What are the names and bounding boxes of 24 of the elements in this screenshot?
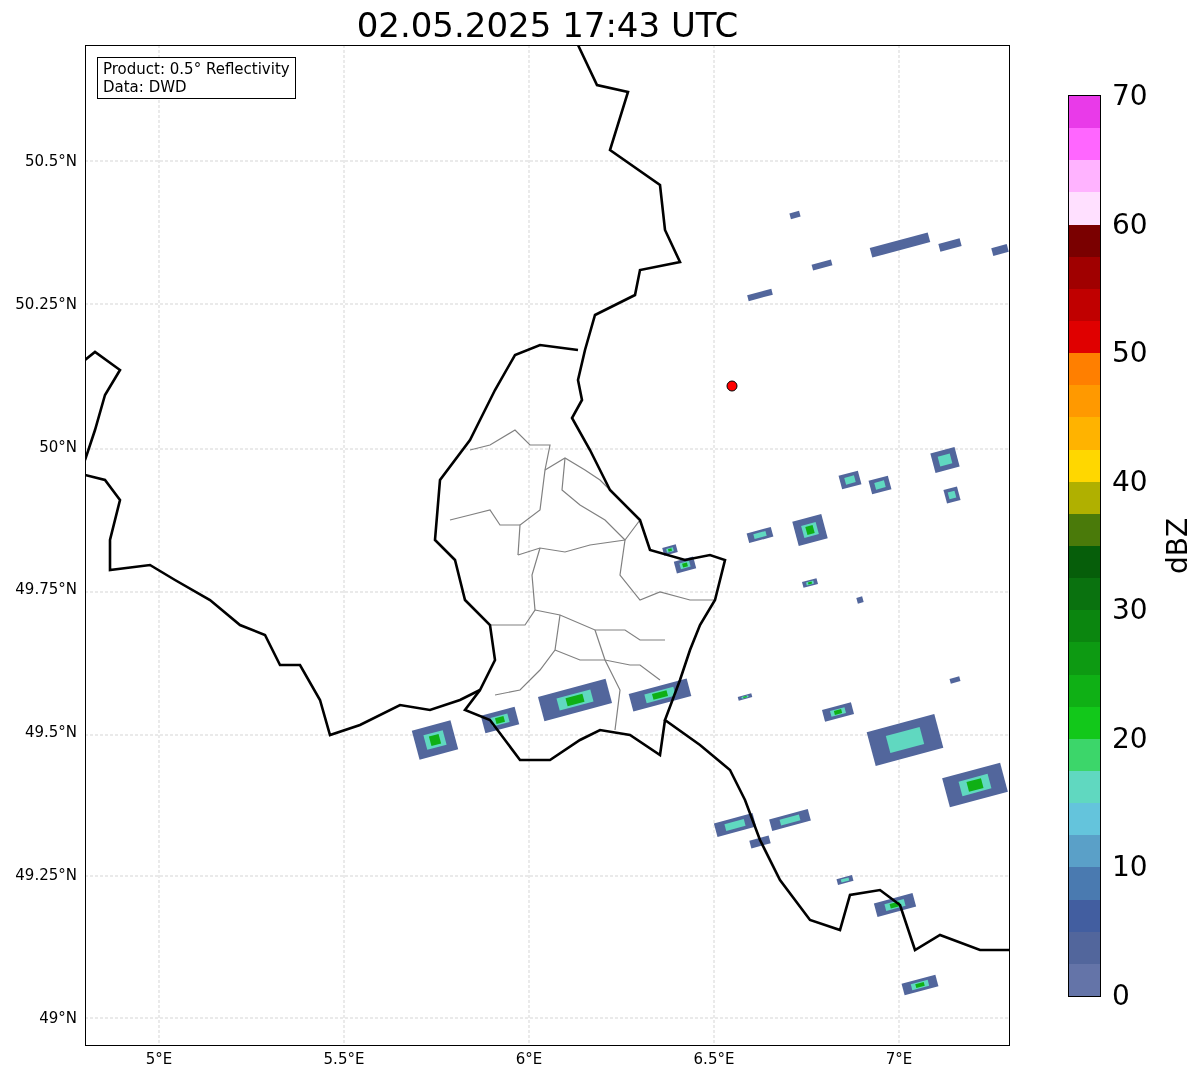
colorbar-tick-label: 0 — [1111, 980, 1130, 1012]
longitude-label: 7°E — [885, 1050, 913, 1068]
latitude-label: 50°N — [39, 437, 77, 456]
colorbar-tick-label: 70 — [1111, 80, 1148, 112]
colorbar-tick-label: 30 — [1111, 594, 1148, 627]
latitude-label: 49°N — [39, 1008, 77, 1027]
latitude-label: 50.5°N — [24, 152, 77, 170]
latitude-label: 50.25°N — [15, 294, 77, 313]
chart-title: 02.05.2025 17:43 UTC — [356, 5, 739, 45]
colorbar-tick-label: 40 — [1111, 465, 1148, 498]
latitude-label: 49.25°N — [15, 866, 77, 884]
info-text: Data: DWD — [103, 78, 188, 96]
longitude-label: 6°E — [515, 1050, 543, 1068]
colorbar-tick-label: 60 — [1111, 208, 1148, 241]
latitude-label: 49.75°N — [15, 580, 77, 599]
latitude-label: 49.5°N — [24, 723, 77, 742]
longitude-label: 5.5°E — [323, 1050, 365, 1068]
colorbar-label: dBZ — [1162, 517, 1194, 575]
longitude-label: 5°E — [145, 1050, 173, 1068]
colorbar-tick-label: 10 — [1111, 851, 1148, 884]
longitude-label: 6.5°E — [693, 1050, 735, 1068]
info-text: Product: 0.5° Reflectivity — [103, 60, 290, 78]
colorbar-tick-label: 20 — [1111, 722, 1148, 755]
colorbar-tick-label: 50 — [1111, 337, 1148, 370]
